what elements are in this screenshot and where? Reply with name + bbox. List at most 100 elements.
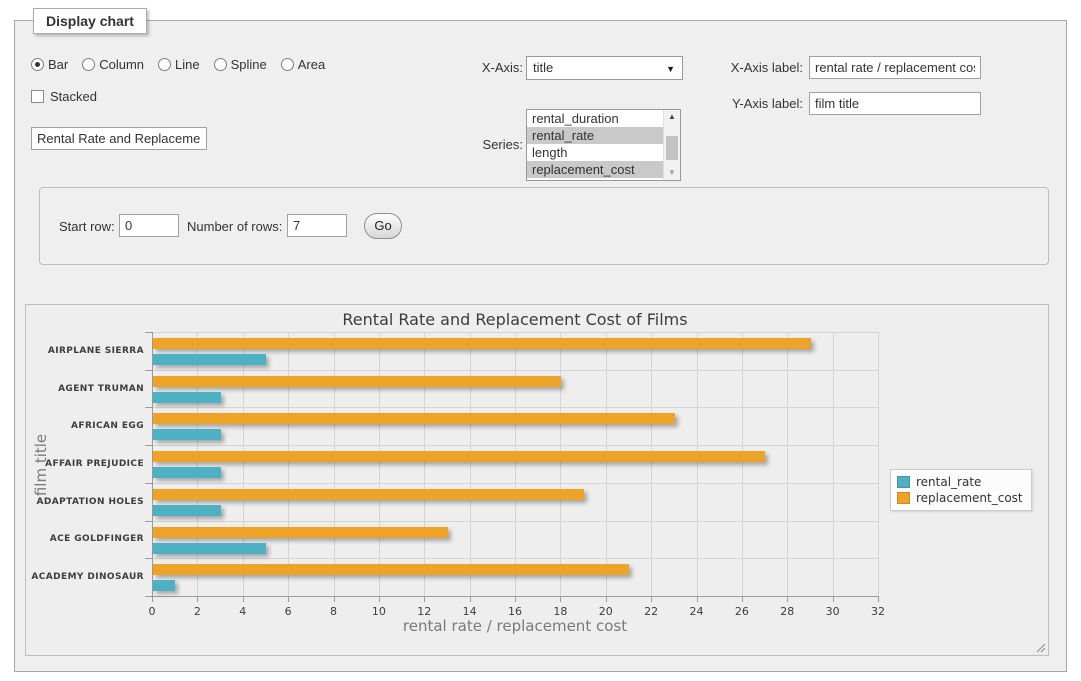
legend-swatch [897, 476, 910, 488]
legend-label: replacement_cost [916, 491, 1023, 505]
x-tick-label: 26 [726, 605, 758, 618]
x-axis-label-input[interactable] [809, 56, 981, 79]
x-tick-label: 30 [817, 605, 849, 618]
x-axis-line [152, 596, 878, 597]
y-axis-tick [145, 596, 152, 597]
series-label: Series: [431, 137, 523, 152]
category-label: ADAPTATION HOLES [26, 497, 144, 507]
chart-type-option-bar[interactable]: Bar [31, 57, 68, 72]
gridline-v [197, 332, 198, 596]
start-row-label: Start row: [59, 219, 115, 234]
bar-rental_rate [153, 505, 221, 516]
gridline-h [152, 483, 878, 484]
gridline-h [152, 445, 878, 446]
chart-type-radio-group: Bar Column Line Spline Area [31, 57, 339, 73]
gridline-v [787, 332, 788, 596]
x-tick-label: 12 [408, 605, 440, 618]
chart-area: Rental Rate and Replacement Cost of Film… [25, 304, 1049, 656]
resize-handle-icon[interactable] [1035, 642, 1046, 653]
gridline-v [379, 332, 380, 596]
panel-title: Display chart [33, 8, 147, 34]
x-axis-label-label: X-Axis label: [713, 60, 803, 75]
gridline-v [742, 332, 743, 596]
x-tick-label: 0 [136, 605, 168, 618]
gridline-v [288, 332, 289, 596]
bar-replacement_cost [153, 564, 629, 575]
x-tick-label: 10 [363, 605, 395, 618]
start-row-input[interactable] [119, 214, 179, 237]
chart-legend: rental_ratereplacement_cost [890, 469, 1032, 511]
gridline-v [515, 332, 516, 596]
bar-replacement_cost [153, 451, 765, 462]
y-axis-tick [145, 445, 152, 446]
gridline-h [152, 407, 878, 408]
x-tick-label: 14 [454, 605, 486, 618]
num-rows-input[interactable] [287, 214, 347, 237]
x-axis-select[interactable]: title ▼ [526, 56, 683, 80]
gridline-v [243, 332, 244, 596]
bar-rental_rate [153, 467, 221, 478]
legend-item-replacement_cost: replacement_cost [897, 490, 1023, 506]
radio-icon[interactable] [281, 58, 294, 71]
x-axis-title: rental rate / replacement cost [152, 617, 878, 635]
bar-replacement_cost [153, 338, 811, 349]
category-label: ACE GOLDFINGER [26, 534, 144, 544]
gridline-v [878, 332, 879, 596]
gridline-h [152, 332, 878, 333]
legend-swatch [897, 492, 910, 504]
series-option-replacement_cost[interactable]: replacement_cost [527, 161, 663, 178]
bar-rental_rate [153, 354, 266, 365]
chart-type-option-column[interactable]: Column [82, 57, 144, 72]
chart-type-option-area[interactable]: Area [281, 57, 325, 72]
x-tick-label: 28 [771, 605, 803, 618]
bar-rental_rate [153, 429, 221, 440]
display-chart-panel: Display chart BarColumnLineSplineArea St… [14, 20, 1067, 672]
gridline-h [152, 558, 878, 559]
radio-icon[interactable] [31, 58, 44, 71]
stacked-checkbox[interactable] [31, 90, 44, 103]
radio-label: Area [298, 57, 325, 72]
x-tick-label: 16 [499, 605, 531, 618]
gridline-v [560, 332, 561, 596]
chart-type-option-line[interactable]: Line [158, 57, 200, 72]
gridline-v [651, 332, 652, 596]
series-list-scrollbar[interactable]: ▲ ▼ [663, 110, 680, 180]
stacked-checkbox-row[interactable]: Stacked [31, 89, 97, 104]
radio-icon[interactable] [158, 58, 171, 71]
y-axis-tick [145, 332, 152, 333]
radio-icon[interactable] [214, 58, 227, 71]
x-tick-label: 20 [590, 605, 622, 618]
radio-label: Column [99, 57, 144, 72]
gridline-v [424, 332, 425, 596]
series-option-length[interactable]: length [527, 144, 663, 161]
bar-rental_rate [153, 543, 266, 554]
x-axis-selected-value: title [533, 60, 553, 75]
radio-icon[interactable] [82, 58, 95, 71]
chevron-down-icon: ▼ [666, 58, 675, 80]
radio-label: Bar [48, 57, 68, 72]
series-multiselect[interactable]: rental_durationrental_ratelengthreplacem… [526, 109, 681, 181]
category-label: AFFAIR PREJUDICE [26, 459, 144, 469]
go-button[interactable]: Go [364, 213, 402, 239]
y-axis-tick [145, 370, 152, 371]
x-tick-label: 22 [635, 605, 667, 618]
series-option-rental_rate[interactable]: rental_rate [527, 127, 663, 144]
series-option-rental_duration[interactable]: rental_duration [527, 110, 663, 127]
y-axis-label-input[interactable] [809, 92, 981, 115]
y-axis-tick [145, 558, 152, 559]
scroll-up-icon[interactable]: ▲ [664, 110, 680, 124]
scrollbar-thumb[interactable] [666, 136, 678, 160]
gridline-v [606, 332, 607, 596]
bar-replacement_cost [153, 527, 448, 538]
gridline-v [334, 332, 335, 596]
rows-panel: Start row: Number of rows: Go [39, 187, 1049, 265]
bar-replacement_cost [153, 376, 561, 387]
x-tick-label: 18 [544, 605, 576, 618]
bar-rental_rate [153, 392, 221, 403]
chart-title-input[interactable] [31, 127, 207, 150]
x-tick-label: 2 [181, 605, 213, 618]
chart-type-option-spline[interactable]: Spline [214, 57, 267, 72]
gridline-h [152, 521, 878, 522]
scroll-down-icon[interactable]: ▼ [664, 166, 680, 180]
y-axis-line [152, 332, 153, 596]
